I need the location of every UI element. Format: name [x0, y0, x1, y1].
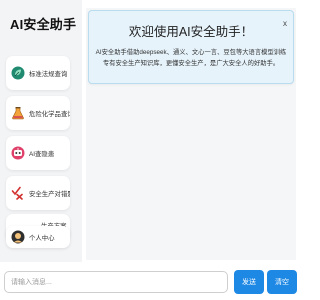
sidebar-item-personal-center[interactable]: 个人中心: [6, 226, 70, 248]
welcome-title: 欢迎使用AI安全助手！: [128, 25, 254, 39]
app-brand-title: AI安全助手: [10, 17, 77, 32]
sidebar-item-label: 安全生产对错题: [29, 190, 70, 198]
clear-button[interactable]: 清空: [267, 270, 297, 294]
robot-icon: [11, 146, 25, 160]
leaf-icon: [11, 66, 25, 80]
message-input[interactable]: [4, 271, 228, 293]
sidebar-item-hazardous-chemicals[interactable]: 危险化学品查询: [6, 96, 70, 130]
welcome-card: 欢迎使用AI安全助手！ AI安全助手借助deepseek、通义、文心一言、豆包等…: [88, 10, 294, 84]
chat-message-area: [88, 88, 294, 256]
chat-panel: 欢迎使用AI安全助手！ AI安全助手借助deepseek、通义、文心一言、豆包等…: [86, 8, 296, 260]
sidebar: AI安全助手 标准法规查询 危险化学品查询 AI查隐患 安全生产对错题 个人中心: [0, 0, 82, 262]
sidebar-item-label: 危险化学品查询: [29, 110, 70, 118]
check-cross-icon: [11, 186, 25, 200]
app-window: AI安全助手 标准法规查询 危险化学品查询 AI查隐患 安全生产对错题 个人中心…: [0, 0, 300, 300]
close-icon[interactable]: x: [283, 19, 287, 28]
user-avatar-icon: [11, 230, 25, 244]
welcome-description: AI安全助手借助deepseek、通义、文心一言、豆包等大语言模型训练专有安全生…: [95, 49, 287, 67]
sidebar-item-safety-quiz[interactable]: 安全生产对错题: [6, 176, 70, 210]
sidebar-item-group-overlap: 生产方案 个人中心: [6, 214, 70, 248]
sidebar-item-ai-hazard-check[interactable]: AI查隐患: [6, 136, 70, 170]
sidebar-item-label: 个人中心: [29, 234, 55, 242]
hazard-flask-icon: [11, 106, 25, 120]
sidebar-item-label: AI查隐患: [29, 150, 55, 158]
sidebar-item-label: 标准法规查询: [29, 70, 68, 78]
sidebar-item-regulations[interactable]: 标准法规查询: [6, 56, 70, 90]
input-bar: 发送 清空: [0, 262, 300, 300]
send-button[interactable]: 发送: [234, 270, 264, 294]
